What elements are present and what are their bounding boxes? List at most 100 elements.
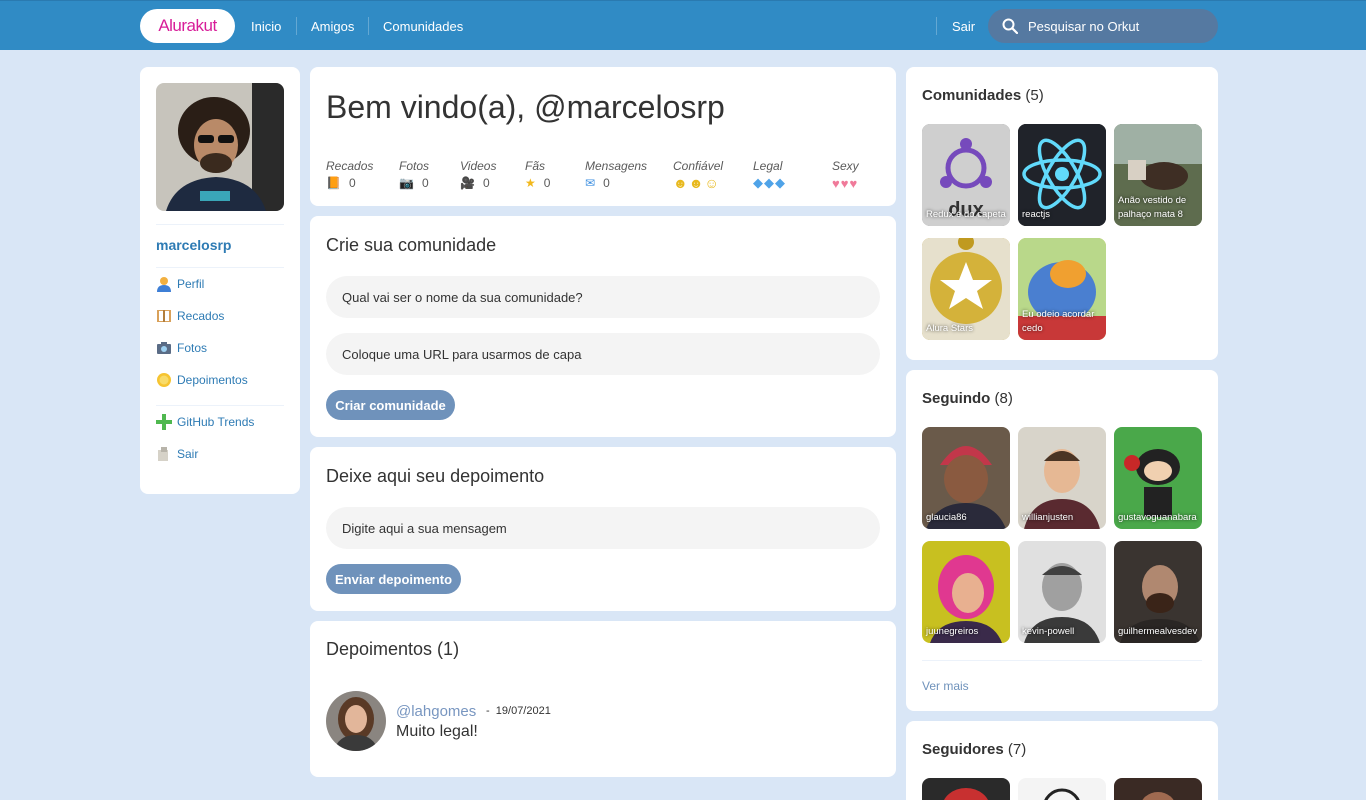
stat-recados: Recados 📙 0 [326, 159, 373, 191]
profile-username[interactable]: marcelosrp [156, 237, 231, 253]
sidebar-item-label: Recados [177, 309, 225, 323]
person-tile[interactable]: gustavoguanabara [1114, 427, 1202, 529]
logo[interactable]: Alurakut [140, 9, 235, 43]
testimonial-input[interactable]: Digite aqui a sua mensagem [326, 507, 880, 549]
section-title-label: Comunidades [922, 87, 1022, 104]
sidebar-item-perfil[interactable]: Perfil [156, 275, 204, 293]
divider [156, 405, 284, 406]
book-icon: 📙 [326, 176, 341, 190]
stat-label: Legal [753, 159, 783, 173]
stat-sexy: Sexy ♥♥♥ [832, 159, 859, 191]
community-name: Anão vestido de palhaço mata 8 [1118, 195, 1187, 220]
stat-videos: Videos 🎥 0 [460, 159, 496, 191]
sidebar-item-recados[interactable]: Recados [156, 307, 224, 325]
section-title: Seguindo (8) [922, 390, 1013, 407]
sidebar-item-depoimentos[interactable]: Depoimentos [156, 371, 248, 389]
testimonial-message: Muito legal! [396, 723, 478, 740]
stat-label: Videos [460, 159, 497, 173]
person-tile[interactable]: kevin-powell [1018, 541, 1106, 643]
create-community-box: Crie sua comunidade Qual vai ser o nome … [310, 216, 896, 437]
community-name-input[interactable]: Qual vai ser o nome da sua comunidade? [326, 276, 880, 318]
sidebar-item-label: Sair [177, 447, 199, 461]
stat-value: 0 [603, 176, 610, 190]
nav-inicio[interactable]: Inicio [251, 19, 281, 34]
person-tile[interactable] [1018, 778, 1106, 800]
person-name: kevin-powell [1022, 626, 1075, 637]
nav-divider [296, 17, 297, 35]
create-community-button[interactable]: Criar comunidade [326, 390, 455, 420]
sidebar-item-fotos[interactable]: Fotos [156, 339, 207, 357]
community-tile[interactable]: Eu odeio acordar cedo [1018, 238, 1106, 340]
stat-value: 0 [348, 176, 356, 190]
search-placeholder: Pesquisar no Orkut [1028, 18, 1140, 34]
testimonial-user[interactable]: @lahgomes [396, 703, 476, 720]
dash-separator: - [486, 705, 496, 717]
top-bar: Alurakut Inicio Amigos Comunidades Sair … [0, 0, 1366, 50]
stat-mensagens: Mensagens ✉ 0 [585, 159, 647, 191]
person-name: guilhermealvesdev [1118, 626, 1198, 637]
community-tile[interactable]: dux Redux é do capeta [922, 124, 1010, 226]
avatar[interactable] [326, 691, 386, 751]
followers-box: Seguidores (7) [906, 721, 1218, 800]
welcome-box: Bem vindo(a), @marcelosrp Recados 📙 0 Fot… [310, 67, 896, 206]
logout-icon [156, 446, 172, 462]
nav-divider [368, 17, 369, 35]
section-count: (8) [994, 390, 1013, 407]
section-count: (7) [1007, 741, 1027, 758]
person-tile[interactable]: willianjusten [1018, 427, 1106, 529]
sidebar-item-label: Depoimentos [177, 373, 248, 387]
sidebar-item-label: Fotos [177, 341, 208, 355]
page-title: Bem vindo(a), @marcelosrp [326, 89, 725, 125]
person-photo [944, 788, 988, 800]
logout-link[interactable]: Sair [952, 19, 975, 34]
section-count: (5) [1025, 87, 1044, 104]
plus-icon [156, 414, 172, 430]
avatar[interactable] [156, 83, 284, 211]
stat-fas: Fãs ★ 0 [525, 159, 550, 191]
section-title: Seguidores (7) [922, 741, 1026, 758]
ice-cube-icon: ◆◆◆ [753, 175, 786, 190]
communities-box: Comunidades (5) dux Redux é do capeta re… [906, 67, 1218, 360]
section-title: Crie sua comunidade [326, 235, 497, 255]
person-photo [1044, 788, 1080, 800]
stat-label: Sexy [832, 159, 859, 173]
person-name: gustavoguanabara [1118, 512, 1197, 523]
sidebar-item-label: Perfil [177, 277, 205, 291]
sun-icon [156, 372, 172, 388]
person-name: juunegreiros [926, 626, 979, 637]
search-input[interactable]: Pesquisar no Orkut [988, 9, 1218, 43]
community-url-input[interactable]: Coloque uma URL para usarmos de capa [326, 333, 880, 375]
community-name: Redux é do capeta [926, 209, 1006, 220]
person-tile[interactable]: juunegreiros [922, 541, 1010, 643]
person-tile[interactable]: glaucia86 [922, 427, 1010, 529]
section-title-label: Seguidores [922, 741, 1004, 758]
person-tile[interactable] [922, 778, 1010, 800]
divider [156, 224, 284, 225]
heart-icon: ♥♥♥ [832, 175, 859, 191]
person-tile[interactable] [1114, 778, 1202, 800]
sidebar-item-label: GitHub Trends [177, 415, 255, 429]
stat-legal: Legal ◆◆◆ [753, 159, 786, 191]
envelope-icon: ✉ [585, 176, 596, 190]
community-tile[interactable]: Alura Stars [922, 238, 1010, 340]
person-name: willianjusten [1022, 512, 1074, 523]
smiley-icon: ☻☻☺ [673, 175, 720, 191]
stat-label: Fãs [525, 159, 546, 173]
video-camera-icon: 🎥 [460, 176, 475, 190]
see-more-link[interactable]: Ver mais [922, 679, 969, 693]
community-name: Eu odeio acordar cedo [1022, 309, 1095, 334]
send-testimonial-button[interactable]: Enviar depoimento [326, 564, 461, 594]
sidebar-item-github-trends[interactable]: GitHub Trends [156, 413, 254, 431]
nav-amigos[interactable]: Amigos [311, 19, 354, 34]
stat-fotos: Fotos 📷 0 [399, 159, 429, 191]
star-icon: ★ [525, 176, 536, 190]
divider [922, 660, 1202, 661]
stat-label: Fotos [399, 159, 430, 173]
nav-comunidades[interactable]: Comunidades [383, 19, 463, 34]
person-tile[interactable]: guilhermealvesdev [1114, 541, 1202, 643]
community-tile[interactable]: reactjs [1018, 124, 1106, 226]
community-tile[interactable]: Anão vestido de palhaço mata 8 [1114, 124, 1202, 226]
sidebar-item-sair[interactable]: Sair [156, 445, 198, 463]
section-title: Deixe aqui seu depoimento [326, 466, 545, 486]
section-title: Depoimentos (1) [326, 639, 460, 659]
